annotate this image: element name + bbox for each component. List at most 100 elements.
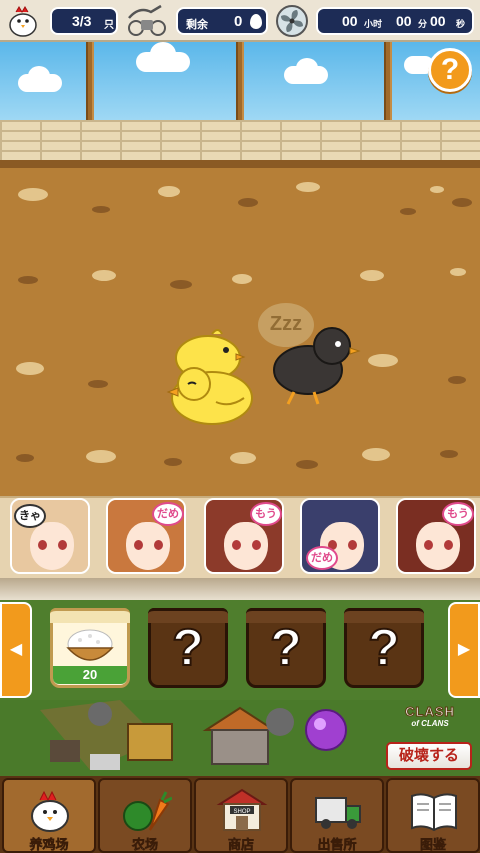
- brick-wall: [0, 120, 480, 160]
- eye: [38, 540, 47, 550]
- pebble: [18, 188, 48, 201]
- vacuum-cleaner-icon[interactable]: [124, 4, 170, 38]
- timer-hours-unit: 小时: [364, 19, 383, 29]
- cloud: [296, 58, 318, 78]
- scroll-right-button[interactable]: ▶: [448, 602, 480, 698]
- face: [126, 522, 170, 570]
- truck-icon: [315, 797, 361, 829]
- yellow-chicken[interactable]: [160, 360, 256, 430]
- nav-label: 图鉴: [419, 837, 447, 853]
- pebble: [296, 182, 320, 192]
- remaining-label: 剩余: [186, 19, 208, 31]
- character-portrait-4[interactable]: だめ: [300, 498, 380, 574]
- pebble: [452, 198, 472, 207]
- timer-minutes-unit: 分: [418, 19, 428, 29]
- character-portrait-1[interactable]: きゃ: [10, 498, 90, 574]
- window-post: [236, 42, 244, 120]
- eye: [58, 540, 67, 550]
- locked-item-slot[interactable]: ?: [344, 608, 424, 688]
- eye: [232, 540, 241, 550]
- speech-bubble: だめ: [152, 502, 184, 526]
- black-chicken[interactable]: [270, 322, 362, 406]
- question-mark: ?: [171, 618, 205, 678]
- pebble: [92, 206, 110, 213]
- svg-text:SHOP: SHOP: [233, 809, 250, 815]
- locked-item-slot[interactable]: ?: [148, 608, 228, 688]
- chicken-icon: [31, 790, 69, 832]
- character-portrait-2[interactable]: だめ: [106, 498, 186, 574]
- face: [30, 522, 74, 570]
- pebble: [450, 268, 466, 276]
- ad-cta-button[interactable]: 破壊する: [386, 742, 472, 770]
- nav-tab-encyclopedia[interactable]: 图鉴: [386, 778, 480, 853]
- remaining-eggs-count: 0: [234, 13, 243, 30]
- clash-of-clans-logo[interactable]: CLASH of CLANS: [388, 704, 472, 738]
- status-bar: 3/3 只 剩余 0 00 小时 00 分 00 秒: [0, 0, 480, 42]
- nav-label: 出售所: [317, 837, 357, 853]
- speech-bubble: もう: [442, 502, 474, 526]
- rice-count: 20: [53, 666, 127, 684]
- pebble: [16, 362, 44, 375]
- rice-bowl-icon: [66, 629, 114, 661]
- pebble: [440, 450, 458, 458]
- pebble: [230, 452, 256, 464]
- vegetables-icon: [123, 791, 172, 831]
- question-mark: ?: [269, 618, 303, 678]
- pebble: [88, 380, 108, 388]
- shop-icon: SHOP: [216, 788, 268, 831]
- chicken-count: 3/3: [72, 13, 92, 29]
- pebble: [92, 270, 116, 281]
- speech-bubble: だめ: [306, 546, 338, 570]
- speech-bubble: きゃ: [14, 504, 46, 528]
- pebble: [430, 186, 444, 193]
- help-button[interactable]: ?: [428, 48, 472, 92]
- timer-hours: 00: [342, 13, 358, 29]
- question-mark: ?: [367, 618, 401, 678]
- eye: [134, 540, 143, 550]
- pebble: [164, 458, 182, 466]
- ad-brand-line1: CLASH: [405, 704, 455, 720]
- timer-display: 00 小时 00 分 00 秒: [316, 7, 474, 35]
- character-portrait-5[interactable]: もう: [396, 498, 476, 574]
- pebble: [18, 276, 38, 284]
- timer-minutes: 00: [396, 13, 412, 29]
- pebble: [362, 448, 390, 461]
- pebble: [232, 274, 252, 284]
- eye: [252, 540, 261, 550]
- cloud: [150, 42, 176, 66]
- face: [416, 522, 460, 570]
- pebble: [16, 454, 34, 462]
- pebble: [360, 270, 384, 281]
- character-strip: きゃ だめ もう だめ もう: [0, 496, 480, 578]
- character-portrait-3[interactable]: もう: [204, 498, 284, 574]
- eye: [154, 540, 163, 550]
- eye: [424, 540, 433, 550]
- pebble: [86, 450, 116, 463]
- book-icon: [411, 793, 457, 832]
- feed-item-rice[interactable]: 20: [50, 608, 130, 688]
- nav-tab-farm[interactable]: 农场: [98, 778, 192, 853]
- hen-icon: [9, 6, 37, 37]
- pebble: [238, 198, 258, 207]
- nav-label: 商店: [227, 837, 255, 853]
- face: [224, 522, 268, 570]
- scroll-left-button[interactable]: ◀: [0, 602, 32, 698]
- pebble: [170, 280, 192, 289]
- ad-brand-line2: of CLANS: [411, 719, 449, 728]
- egg-icon: [250, 14, 262, 29]
- fan-icon[interactable]: [275, 4, 309, 38]
- strip-ledge: [0, 578, 480, 600]
- timer-seconds-unit: 秒: [456, 19, 466, 29]
- eye: [444, 540, 453, 550]
- chicken-count-display: 3/3 只: [50, 7, 118, 35]
- speech-bubble: もう: [250, 502, 282, 526]
- locked-item-slot[interactable]: ?: [246, 608, 326, 688]
- nav-tab-coop[interactable]: 养鸡场: [2, 778, 96, 853]
- chicken-unit: 只: [104, 20, 114, 31]
- pebble: [158, 186, 180, 197]
- nav-tab-shop[interactable]: SHOP 商店: [194, 778, 288, 853]
- nav-tab-market[interactable]: 出售所: [290, 778, 384, 853]
- window-post: [384, 42, 392, 120]
- remaining-eggs-display: 剩余 0: [176, 7, 268, 35]
- wall-base: [0, 160, 480, 168]
